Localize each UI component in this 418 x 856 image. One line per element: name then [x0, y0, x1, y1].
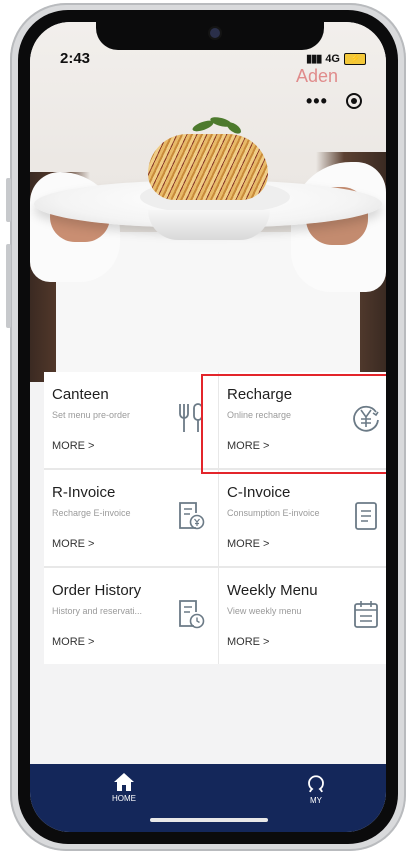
home-indicator — [150, 818, 268, 822]
close-target-icon[interactable] — [346, 93, 362, 109]
invoice-yen-icon — [179, 502, 205, 530]
card-subtitle: View weekly menu — [227, 606, 302, 616]
miniprogram-capsule: ••• — [296, 86, 372, 116]
hero-image: Aden — [30, 22, 386, 382]
document-icon — [355, 502, 377, 530]
card-order-history[interactable]: Order History History and reservati... M… — [44, 568, 218, 664]
card-subtitle: Recharge E-invoice — [52, 508, 131, 518]
more-link[interactable]: MORE > — [227, 636, 269, 648]
side-button-volume — [6, 244, 11, 328]
document-clock-icon — [179, 600, 205, 629]
tab-label: MY — [310, 796, 322, 805]
screen: Aden 2:43 ▮▮▮ 4G ⚡ ••• Canteen Set menu … — [30, 22, 386, 832]
card-title: R-Invoice — [52, 484, 116, 501]
tab-my[interactable]: MY — [286, 772, 346, 805]
tab-bar: HOME MY — [30, 764, 386, 832]
more-link[interactable]: MORE > — [52, 636, 94, 648]
status-icons: ▮▮▮ 4G ⚡ — [306, 52, 366, 65]
network-label: 4G — [325, 52, 340, 65]
card-title: Weekly Menu — [227, 582, 318, 599]
more-link[interactable]: MORE > — [52, 440, 94, 452]
card-subtitle: Set menu pre-order — [52, 410, 131, 420]
calendar-icon — [354, 601, 378, 628]
status-time: 2:43 — [60, 50, 91, 67]
card-title: Order History — [52, 582, 142, 599]
tab-label: HOME — [112, 794, 136, 803]
camera-dot — [210, 28, 220, 38]
tab-home[interactable]: HOME — [94, 772, 154, 803]
pasta-dish — [148, 134, 268, 200]
battery-icon: ⚡ — [344, 52, 366, 65]
card-canteen[interactable]: Canteen Set menu pre-order MORE > — [44, 372, 218, 468]
more-dots-icon[interactable]: ••• — [306, 91, 328, 112]
more-link[interactable]: MORE > — [52, 538, 94, 550]
card-subtitle: History and reservati... — [52, 606, 143, 616]
card-c-invoice[interactable]: C-Invoice Consumption E-invoice MORE > — [219, 470, 386, 566]
card-weekly-menu[interactable]: Weekly Menu View weekly menu MORE > — [219, 568, 386, 664]
card-title: Canteen — [52, 386, 109, 403]
card-subtitle: Consumption E-invoice — [227, 508, 320, 518]
side-button-mute — [6, 178, 11, 222]
signal-icon: ▮▮▮ — [306, 53, 322, 65]
more-link[interactable]: MORE > — [227, 538, 269, 550]
highlight-recharge — [201, 374, 386, 474]
card-title: C-Invoice — [227, 484, 291, 501]
user-icon — [308, 775, 324, 793]
card-r-invoice[interactable]: R-Invoice Recharge E-invoice MORE > — [44, 470, 218, 566]
brand-logo-text: Aden — [295, 66, 338, 86]
home-icon — [114, 773, 134, 791]
